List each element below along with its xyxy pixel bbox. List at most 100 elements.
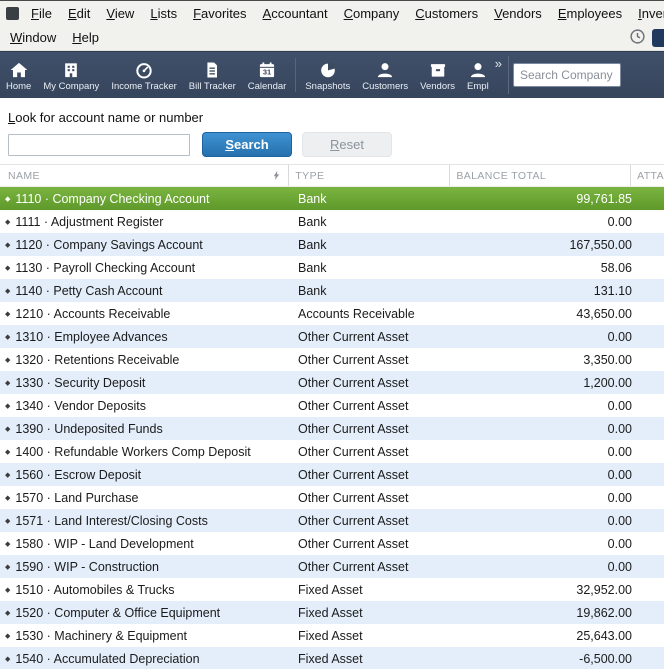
account-row[interactable]: ◆ 1120 · Company Savings Account Bank 167,5… [0, 233, 664, 256]
toolbar-item-label: Customers [362, 80, 409, 92]
diamond-icon: ◆ [5, 586, 11, 594]
menu-favorites[interactable]: Favorites [185, 3, 254, 24]
account-name-cell: ◆ 1560 · Escrow Deposit [0, 463, 268, 486]
account-row[interactable]: ◆ 1320 · Retentions Receivable Other Curre… [0, 348, 664, 371]
menu-employees[interactable]: Employees [550, 3, 630, 24]
account-search-input[interactable] [8, 133, 190, 156]
account-name: 1590 · WIP - Construction [15, 559, 159, 574]
corner-app-icon[interactable] [652, 28, 664, 47]
menu-inventory[interactable]: Inventory [630, 3, 664, 24]
account-row[interactable]: ◆ 1330 · Security Deposit Other Current As… [0, 371, 664, 394]
clock-icon[interactable] [629, 28, 646, 48]
account-type-cell: Other Current Asset [298, 490, 409, 505]
toolbar-income-tracker[interactable]: Income Tracker [105, 52, 182, 98]
account-name: 1580 · WIP - Land Development [15, 536, 194, 551]
account-row[interactable]: ◆ 1400 · Refundable Workers Comp Deposit O… [0, 440, 664, 463]
flash-cell [268, 348, 292, 371]
account-type-cell: Other Current Asset [298, 352, 409, 367]
account-name: 1520 · Computer & Office Equipment [15, 605, 221, 620]
account-balance-cell: 58.06 [600, 260, 632, 275]
menu-customers[interactable]: Customers [407, 3, 486, 24]
account-row[interactable]: ◆ 1540 · Accumulated Depreciation Fixed As… [0, 647, 664, 669]
account-row[interactable]: ◆ 1510 · Automobiles & Trucks Fixed Asset 3… [0, 578, 664, 601]
toolbar-item-label: Empl [467, 80, 489, 92]
account-row[interactable]: ◆ 1590 · WIP - Construction Other Current … [0, 555, 664, 578]
toolbar-home[interactable]: Home [0, 52, 37, 98]
attach-cell [638, 302, 664, 325]
toolbar-separator [507, 56, 509, 94]
attach-cell [638, 440, 664, 463]
account-balance-cell: 167,550.00 [569, 237, 632, 252]
account-row[interactable]: ◆ 1571 · Land Interest/Closing Costs Other… [0, 509, 664, 532]
account-row[interactable]: ◆ 1560 · Escrow Deposit Other Current Asse… [0, 463, 664, 486]
menu-file[interactable]: File [23, 3, 60, 24]
account-row[interactable]: ◆ 1110 · Company Checking Account Bank 99,7… [0, 187, 664, 210]
account-type-cell: Other Current Asset [298, 421, 409, 436]
menu-lists[interactable]: Lists [142, 3, 185, 24]
account-row[interactable]: ◆ 1570 · Land Purchase Other Current Asset… [0, 486, 664, 509]
account-row[interactable]: ◆ 1530 · Machinery & Equipment Fixed Asset… [0, 624, 664, 647]
account-name: 1330 · Security Deposit [15, 375, 146, 390]
diamond-icon: ◆ [5, 609, 11, 617]
toolbar-snapshots[interactable]: Snapshots [299, 52, 356, 98]
account-balance-cell: 3,350.00 [583, 352, 632, 367]
flash-icon [265, 165, 289, 186]
diamond-icon: ◆ [5, 632, 11, 640]
toolbar-my-company[interactable]: My Company [37, 52, 105, 98]
toolbar-item-label: Bill Tracker [188, 80, 236, 92]
income-tracker-icon [134, 60, 154, 80]
menu-view[interactable]: View [98, 3, 142, 24]
toolbar-customers[interactable]: Customers [356, 52, 414, 98]
attach-cell [638, 417, 664, 440]
primary-menus: File Edit View Lists Favorites Accountant Comp… [23, 3, 664, 24]
account-row[interactable]: ◆ 1390 · Undeposited Funds Other Current A… [0, 417, 664, 440]
flash-cell [268, 325, 292, 348]
menu-accountant[interactable]: Accountant [255, 3, 336, 24]
account-balance-cell: 0.00 [607, 329, 632, 344]
flash-cell [268, 647, 292, 669]
account-name: 1210 · Accounts Receivable [15, 306, 171, 321]
account-row[interactable]: ◆ 1580 · WIP - Land Development Other Curr… [0, 532, 664, 555]
diamond-icon: ◆ [5, 540, 11, 548]
flash-cell [268, 463, 292, 486]
diamond-icon: ◆ [5, 264, 11, 272]
snapshots-icon [318, 60, 338, 80]
attach-cell [638, 233, 664, 256]
flash-cell [268, 601, 292, 624]
menu-edit[interactable]: Edit [60, 3, 98, 24]
account-name-cell: ◆ 1540 · Accumulated Depreciation [0, 647, 268, 669]
quickbooks-window: File Edit View Lists Favorites Accountant Comp… [0, 1, 664, 669]
account-row[interactable]: ◆ 1210 · Accounts Receivable Accounts Rece… [0, 302, 664, 325]
account-row[interactable]: ◆ 1340 · Vendor Deposits Other Current Ass… [0, 394, 664, 417]
toolbar-vendors[interactable]: Vendors [414, 52, 461, 98]
reset-button[interactable]: Reset [302, 132, 392, 157]
toolbar-item-label: My Company [43, 80, 100, 92]
account-name: 1310 · Employee Advances [15, 329, 168, 344]
account-type-cell: Fixed Asset [298, 651, 363, 666]
toolbar-overflow-chevron-icon[interactable]: » [495, 56, 502, 71]
account-type-cell: Bank [298, 237, 327, 252]
menu-help[interactable]: Help [64, 27, 107, 48]
account-row[interactable]: ◆ 1310 · Employee Advances Other Current A… [0, 325, 664, 348]
attach-cell [638, 532, 664, 555]
toolbar-calendar[interactable]: 31 Calendar [242, 52, 293, 98]
flash-cell [268, 256, 292, 279]
toolbar-empl[interactable]: Empl [461, 52, 495, 98]
account-row[interactable]: ◆ 1520 · Computer & Office Equipment Fixed… [0, 601, 664, 624]
company-search-input[interactable] [512, 63, 621, 87]
search-button[interactable]: Search [202, 132, 292, 157]
menu-vendors[interactable]: Vendors [486, 3, 550, 24]
menu-company[interactable]: Company [336, 3, 408, 24]
menu-bar-right-icons [629, 28, 664, 48]
attach-cell [638, 325, 664, 348]
account-type-cell: Other Current Asset [298, 398, 409, 413]
account-row[interactable]: ◆ 1130 · Payroll Checking Account Bank 58.0… [0, 256, 664, 279]
attach-cell [638, 601, 664, 624]
account-name-cell: ◆ 1111 · Adjustment Register [0, 210, 268, 233]
flash-cell [268, 371, 292, 394]
account-row[interactable]: ◆ 1111 · Adjustment Register Bank 0.00 [0, 210, 664, 233]
toolbar-bill-tracker[interactable]: Bill Tracker [183, 52, 242, 98]
menu-window[interactable]: Window [2, 27, 64, 48]
account-row[interactable]: ◆ 1140 · Petty Cash Account Bank 131.10 [0, 279, 664, 302]
flash-cell [268, 279, 292, 302]
